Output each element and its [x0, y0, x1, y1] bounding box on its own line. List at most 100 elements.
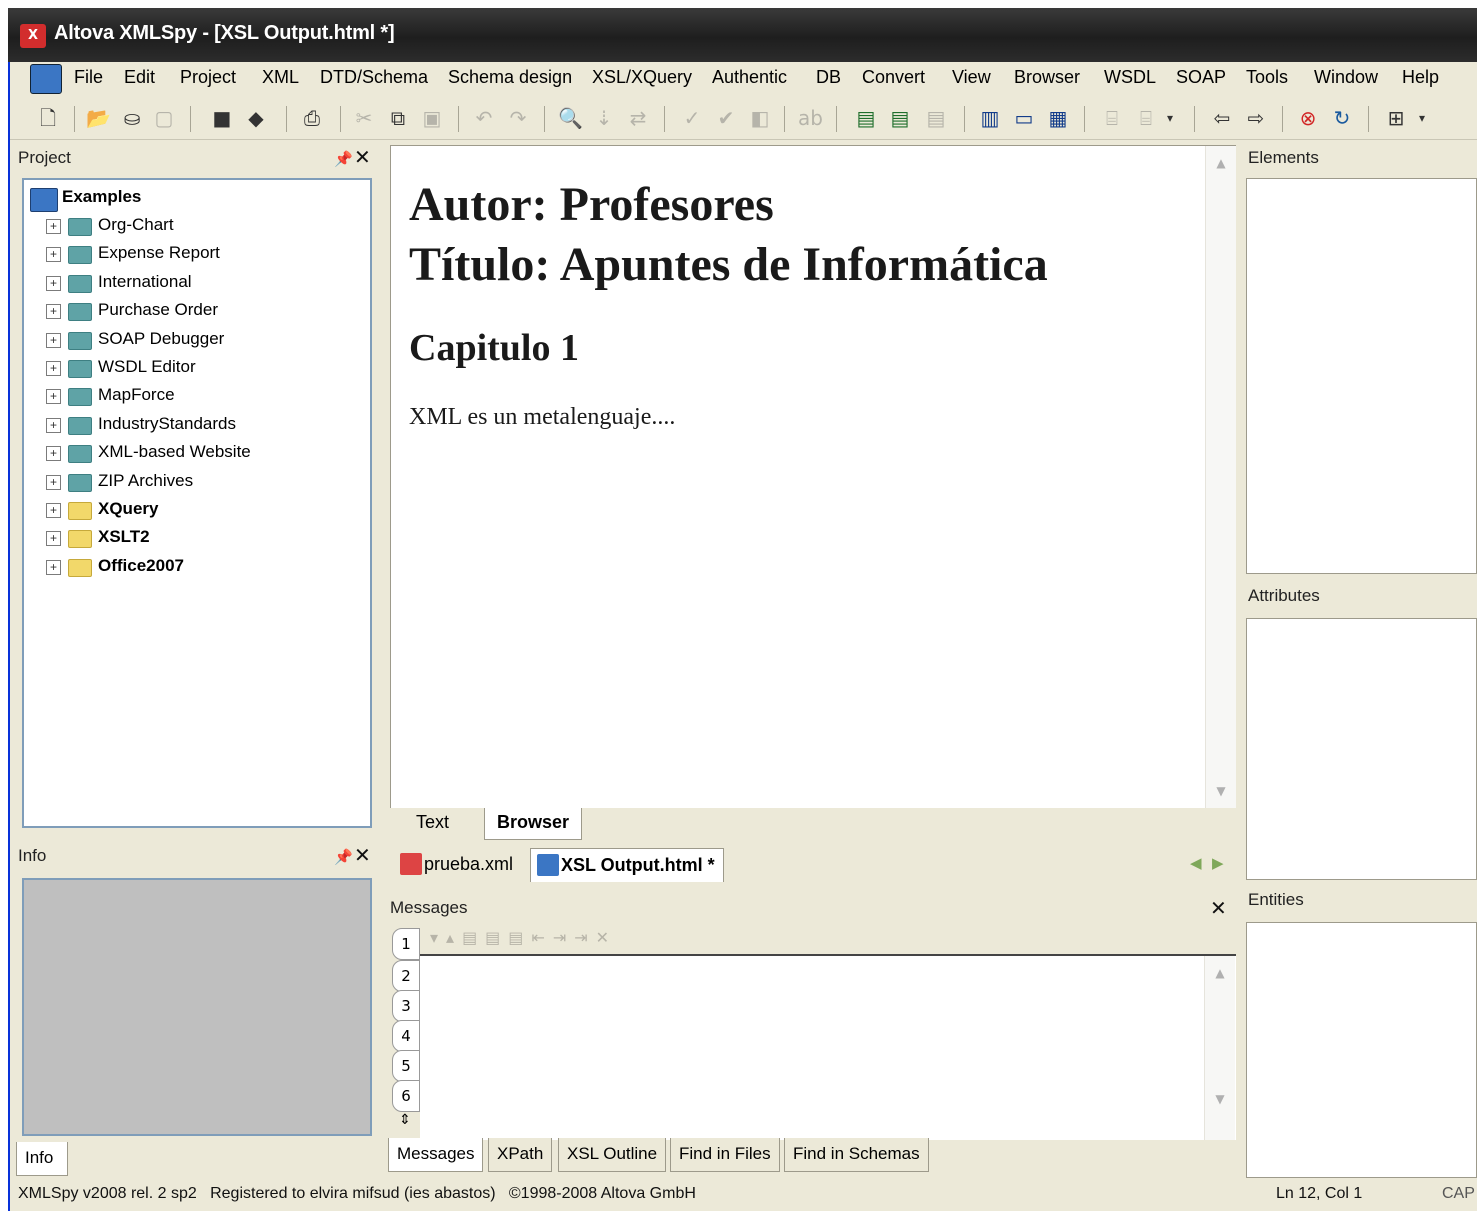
back-arrow-icon[interactable]: ⇦ — [1210, 106, 1234, 130]
messages-scroll-down-icon[interactable]: ▼ — [1211, 1090, 1229, 1108]
open-folder-icon[interactable]: 📂 — [86, 106, 111, 130]
pin-icon[interactable]: 📌 — [334, 150, 353, 168]
soap-send-icon[interactable]: ⌸ — [1134, 106, 1158, 130]
validate-icon[interactable]: ✔ — [714, 106, 738, 130]
undo-icon[interactable]: ↶ — [472, 106, 496, 130]
toolbar-separator — [1368, 106, 1369, 132]
messages-close-icon[interactable]: ✕ — [1210, 896, 1227, 920]
document-menu-icon[interactable] — [30, 64, 62, 94]
message-tab-5[interactable]: 5 — [392, 1050, 420, 1082]
expand-icon[interactable]: + — [46, 531, 61, 547]
info-pin-icon[interactable]: 📌 — [334, 848, 353, 866]
spellcheck-icon[interactable]: ab — [798, 106, 823, 130]
copy-icon[interactable]: ⧉ — [386, 106, 410, 130]
xmlspy-app-icon[interactable]: X — [20, 24, 46, 48]
expand-icon[interactable]: + — [46, 389, 61, 405]
expand-icon[interactable]: + — [46, 474, 61, 490]
message-tab-2[interactable]: 2 — [392, 960, 420, 992]
find-next-icon[interactable]: ⇣ — [592, 106, 616, 130]
expand-icon[interactable]: + — [46, 503, 61, 518]
replace-icon[interactable]: ⇄ — [626, 106, 650, 130]
menu-help[interactable]: Help — [1402, 67, 1439, 88]
title-bar[interactable]: X Altova XMLSpy - [XSL Output.html *] — [8, 8, 1477, 62]
refresh-icon[interactable]: ↻ — [1330, 106, 1354, 130]
reload-icon[interactable]: ▢ — [152, 106, 176, 130]
stop-icon[interactable]: ⊗ — [1296, 106, 1320, 130]
message-tab-3[interactable]: 3 — [392, 990, 420, 1022]
xsl-fo-transform-icon[interactable]: ▤ — [888, 106, 912, 130]
save-icon[interactable]: ■ — [210, 106, 234, 130]
menu-xml[interactable]: XML — [262, 67, 299, 88]
expand-icon[interactable]: + — [46, 247, 61, 263]
expand-icon[interactable]: + — [46, 275, 61, 291]
tab-scroll-left-icon[interactable]: ◀ — [1190, 854, 1202, 872]
check-wellformed-icon[interactable]: ✓ — [680, 106, 704, 130]
expand-icon[interactable]: + — [46, 219, 61, 234]
menu-edit[interactable]: Edit — [124, 67, 155, 88]
close-icon[interactable]: ✕ — [354, 145, 371, 169]
toolbar-overflow-icon-2[interactable]: ▾ — [1410, 106, 1434, 130]
info-close-icon[interactable]: ✕ — [354, 843, 371, 867]
menu-convert[interactable]: Convert — [862, 67, 925, 88]
expand-icon[interactable]: + — [46, 361, 61, 376]
expand-icon[interactable]: + — [46, 446, 61, 462]
message-tab-6[interactable]: 6 — [392, 1080, 420, 1112]
menu-xsl-xquery[interactable]: XSL/XQuery — [592, 67, 692, 88]
tab-xpath[interactable]: XPath — [488, 1138, 553, 1172]
cut-icon[interactable]: ✂ — [352, 106, 376, 130]
tab-xsl-outline[interactable]: XSL Outline — [558, 1138, 667, 1172]
message-tabs-scroll-icon[interactable]: ⇕ — [394, 1112, 416, 1136]
grid-view-icon[interactable]: ▭ — [1012, 106, 1036, 130]
tab-prueba-xml[interactable]: prueba.xml — [394, 848, 521, 882]
scroll-down-icon[interactable]: ▼ — [1212, 782, 1230, 800]
messages-scroll-up-icon[interactable]: ▲ — [1211, 964, 1229, 982]
menu-browser[interactable]: Browser — [1014, 67, 1080, 88]
tab-scroll-right-icon[interactable]: ▶ — [1212, 854, 1224, 872]
xquery-execute-icon[interactable]: ▤ — [924, 106, 948, 130]
expand-icon[interactable]: + — [46, 332, 61, 348]
menu-file[interactable]: File — [74, 67, 103, 88]
scroll-up-icon[interactable]: ▲ — [1212, 154, 1230, 172]
tab-find-in-files[interactable]: Find in Files — [670, 1138, 780, 1172]
find-icon[interactable]: 🔍 — [558, 106, 583, 130]
soap-request-icon[interactable]: ⌸ — [1100, 106, 1124, 130]
schema-icon[interactable]: ◧ — [748, 106, 772, 130]
menu-window[interactable]: Window — [1314, 67, 1378, 88]
tab-browser-view[interactable]: Browser — [484, 808, 583, 840]
message-tab-1[interactable]: 1 — [392, 928, 420, 960]
paste-icon[interactable]: ▣ — [420, 106, 444, 130]
menu-dtd-schema[interactable]: DTD/Schema — [320, 67, 428, 88]
tab-info[interactable]: Info — [16, 1142, 68, 1176]
print-icon[interactable]: ⎙ — [300, 106, 324, 130]
expand-icon[interactable]: + — [46, 304, 61, 320]
forward-arrow-icon[interactable]: ⇨ — [1244, 106, 1268, 130]
menu-wsdl[interactable]: WSDL — [1104, 67, 1156, 88]
document-scrollbar[interactable]: ▲ ▼ — [1205, 146, 1236, 809]
expand-icon[interactable]: + — [46, 417, 61, 433]
message-tab-4[interactable]: 4 — [392, 1020, 420, 1052]
entities-panel-title: Entities — [1248, 890, 1304, 909]
info-content — [22, 878, 372, 1136]
save-all-icon[interactable]: ◆ — [244, 106, 268, 130]
menu-project[interactable]: Project — [180, 67, 236, 88]
menu-schema-design[interactable]: Schema design — [448, 67, 572, 88]
text-view-icon[interactable]: ▥ — [978, 106, 1002, 130]
tab-text-view[interactable]: Text — [404, 808, 461, 840]
tab-xsl-output[interactable]: XSL Output.html * — [530, 848, 724, 882]
new-file-icon[interactable]: 🗋 — [36, 106, 60, 130]
redo-icon[interactable]: ↷ — [506, 106, 530, 130]
menu-authentic[interactable]: Authentic — [712, 67, 787, 88]
db-view-icon[interactable]: ▦ — [1046, 106, 1070, 130]
options-icon[interactable]: ⊞ — [1384, 106, 1408, 130]
xsl-transform-icon[interactable]: ▤ — [854, 106, 878, 130]
expand-icon[interactable]: + — [46, 559, 61, 575]
menu-db[interactable]: DB — [816, 67, 841, 88]
messages-scrollbar[interactable]: ▲ ▼ — [1204, 956, 1235, 1140]
tab-find-in-schemas[interactable]: Find in Schemas — [784, 1138, 929, 1172]
toolbar-overflow-icon[interactable]: ▾ — [1158, 106, 1182, 130]
tab-messages[interactable]: Messages — [388, 1138, 484, 1172]
menu-tools[interactable]: Tools — [1246, 67, 1288, 88]
menu-view[interactable]: View — [952, 67, 991, 88]
menu-soap[interactable]: SOAP — [1176, 67, 1226, 88]
open-url-icon[interactable]: ⛀ — [120, 106, 144, 130]
